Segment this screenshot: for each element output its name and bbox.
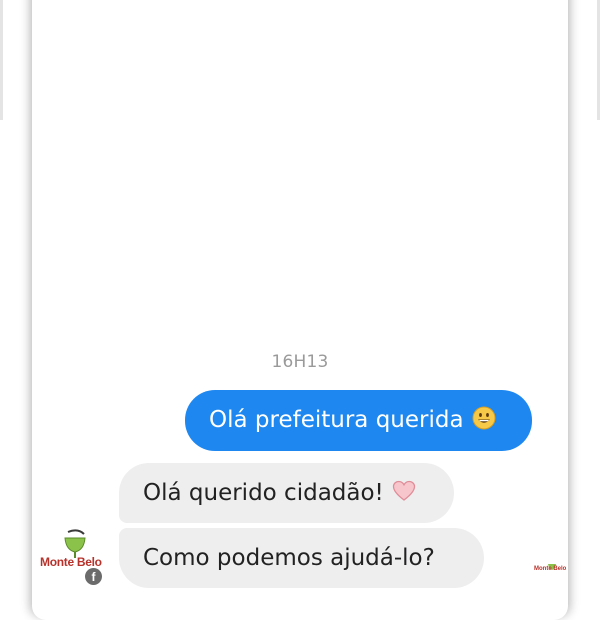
- message-text: Como podemos ajudá-lo?: [143, 544, 435, 571]
- background-edge-left: [0, 0, 3, 120]
- timestamp-label: 16H13: [271, 352, 329, 372]
- facebook-icon: f: [85, 568, 102, 585]
- incoming-message-bubble[interactable]: Olá querido cidadão!: [119, 463, 454, 523]
- grinning-face-emoji-icon: [472, 406, 496, 435]
- message-text: Olá querido cidadão!: [143, 479, 384, 506]
- pink-heart-emoji-icon: [392, 480, 416, 507]
- brand-name: Monte Belo: [40, 555, 102, 569]
- read-receipt-avatar: Monte Belo: [534, 558, 570, 586]
- page-avatar[interactable]: Monte Belo f: [38, 528, 110, 590]
- outgoing-message-bubble[interactable]: Olá prefeitura querida: [185, 390, 532, 451]
- message-timestamp: 16H13: [0, 352, 600, 372]
- message-text: Olá prefeitura querida: [209, 407, 464, 433]
- chat-panel: [32, 0, 568, 620]
- incoming-message-bubble[interactable]: Como podemos ajudá-lo?: [119, 528, 484, 588]
- read-receipt-brand: Monte Belo: [534, 566, 567, 572]
- facebook-badge-letter: f: [91, 570, 96, 584]
